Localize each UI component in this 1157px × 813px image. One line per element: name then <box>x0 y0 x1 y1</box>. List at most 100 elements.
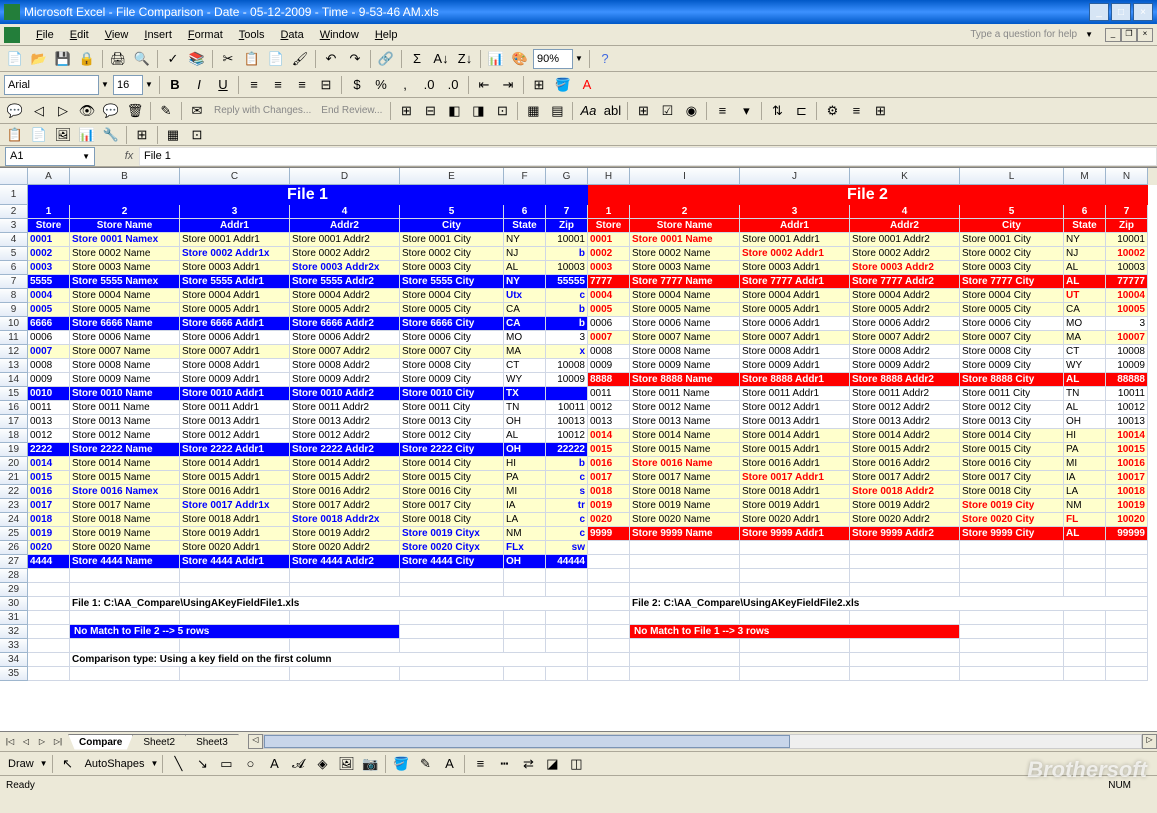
empty-cell[interactable] <box>1064 555 1106 569</box>
file2-r21-c2[interactable]: Store 9999 Addr1 <box>740 527 850 541</box>
file2-r19-c1[interactable]: Store 0019 Name <box>630 499 740 513</box>
file2-r16-c2[interactable]: Store 0016 Addr1 <box>740 457 850 471</box>
empty-cell[interactable] <box>28 639 70 653</box>
file1-r14-c2[interactable]: Store 0012 Addr1 <box>180 429 290 443</box>
file2-r8-c5[interactable]: CT <box>1064 345 1106 359</box>
file1-r22-c2[interactable]: Store 0020 Addr1 <box>180 541 290 555</box>
file1-r2-c5[interactable]: AL <box>504 261 546 275</box>
row-header-19[interactable]: 19 <box>0 443 28 457</box>
file1-r5-c0[interactable]: 0005 <box>28 303 70 317</box>
file2-r8-c3[interactable]: Store 0008 Addr2 <box>850 345 960 359</box>
empty-cell[interactable] <box>400 639 504 653</box>
file1-r7-c1[interactable]: Store 0006 Name <box>70 331 180 345</box>
empty-cell[interactable] <box>290 667 400 681</box>
file1-r16-c3[interactable]: Store 0014 Addr2 <box>290 457 400 471</box>
show-comment-button[interactable]: 👁 <box>76 100 98 122</box>
file1-r4-c5[interactable]: Utx <box>504 289 546 303</box>
file2-r17-c3[interactable]: Store 0017 Addr2 <box>850 471 960 485</box>
select-all-corner[interactable] <box>0 168 28 185</box>
file1-r19-c1[interactable]: Store 0017 Name <box>70 499 180 513</box>
file1-r5-c3[interactable]: Store 0005 Addr2 <box>290 303 400 317</box>
row-header-16[interactable]: 16 <box>0 401 28 415</box>
file2-r20-c5[interactable]: FL <box>1064 513 1106 527</box>
empty-cell[interactable] <box>400 667 504 681</box>
file1-r22-c3[interactable]: Store 0020 Addr2 <box>290 541 400 555</box>
shadow-button[interactable]: ◪ <box>541 753 563 775</box>
file1-r1-c1[interactable]: Store 0002 Name <box>70 247 180 261</box>
ext-btn-8[interactable]: ⊡ <box>186 124 208 146</box>
file1-r14-c6[interactable]: 10012 <box>546 429 588 443</box>
file1-r14-c4[interactable]: Store 0012 City <box>400 429 504 443</box>
empty-cell[interactable] <box>400 611 504 625</box>
increase-indent-button[interactable]: ⇥ <box>497 74 519 96</box>
file2-r12-c2[interactable]: Store 0012 Addr1 <box>740 401 850 415</box>
file2-r1-c0[interactable]: 0002 <box>588 247 630 261</box>
file2-r10-c1[interactable]: Store 8888 Name <box>630 373 740 387</box>
file2-r4-c1[interactable]: Store 0004 Name <box>630 289 740 303</box>
fx-icon[interactable]: fx <box>119 150 139 162</box>
file1-r11-c0[interactable]: 0010 <box>28 387 70 401</box>
file2-r7-c1[interactable]: Store 0007 Name <box>630 331 740 345</box>
file2-r2-c6[interactable]: 10003 <box>1106 261 1148 275</box>
select-objects-button[interactable]: ↖ <box>57 753 79 775</box>
file1-r22-c5[interactable]: FLx <box>504 541 546 555</box>
file1-r18-c5[interactable]: MI <box>504 485 546 499</box>
row-header-30[interactable]: 30 <box>0 597 28 611</box>
file2-r5-c3[interactable]: Store 0005 Addr2 <box>850 303 960 317</box>
file1-r11-c5[interactable]: TX <box>504 387 546 401</box>
file1-r16-c1[interactable]: Store 0014 Name <box>70 457 180 471</box>
file2-r9-c2[interactable]: Store 0009 Addr1 <box>740 359 850 373</box>
file1-r13-c3[interactable]: Store 0013 Addr2 <box>290 415 400 429</box>
file1-r7-c2[interactable]: Store 0006 Addr1 <box>180 331 290 345</box>
file1-r18-c1[interactable]: Store 0016 Namex <box>70 485 180 499</box>
file2-r4-c3[interactable]: Store 0004 Addr2 <box>850 289 960 303</box>
menu-tools[interactable]: Tools <box>231 27 273 43</box>
file2-r17-c6[interactable]: 10017 <box>1106 471 1148 485</box>
empty-cell[interactable] <box>70 639 180 653</box>
file2-r0-c1[interactable]: Store 0001 Name <box>630 233 740 247</box>
file2-r17-c1[interactable]: Store 0017 Name <box>630 471 740 485</box>
empty-cell[interactable] <box>546 611 588 625</box>
file1-r9-c1[interactable]: Store 0008 Name <box>70 359 180 373</box>
empty-cell[interactable] <box>546 639 588 653</box>
cell[interactable] <box>588 625 630 639</box>
bold-button[interactable]: B <box>164 74 186 96</box>
file2-r19-c3[interactable]: Store 0019 Addr2 <box>850 499 960 513</box>
file2-r2-c5[interactable]: AL <box>1064 261 1106 275</box>
file2-r14-c6[interactable]: 10014 <box>1106 429 1148 443</box>
empty-cell[interactable] <box>70 569 180 583</box>
permission-button[interactable]: 🔒 <box>76 48 98 70</box>
empty-cell[interactable] <box>850 611 960 625</box>
font-name-dropdown-icon[interactable]: ▼ <box>99 80 111 89</box>
font-size-dropdown-icon[interactable]: ▼ <box>143 80 155 89</box>
col-header-B[interactable]: B <box>70 168 180 185</box>
file1-r20-c0[interactable]: 0018 <box>28 513 70 527</box>
file2-r19-c5[interactable]: NM <box>1064 499 1106 513</box>
file1-r21-c0[interactable]: 0019 <box>28 527 70 541</box>
file1-header-3[interactable]: Addr2 <box>290 219 400 233</box>
row-header-27[interactable]: 27 <box>0 555 28 569</box>
empty-cell[interactable] <box>400 569 504 583</box>
file1-r4-c3[interactable]: Store 0004 Addr2 <box>290 289 400 303</box>
file1-r6-c0[interactable]: 6666 <box>28 317 70 331</box>
delete-comment-button[interactable]: 🗑 <box>124 100 146 122</box>
file1-colnum-4[interactable]: 4 <box>290 205 400 219</box>
file1-r19-c0[interactable]: 0017 <box>28 499 70 513</box>
file1-r13-c1[interactable]: Store 0013 Name <box>70 415 180 429</box>
file1-r3-c0[interactable]: 5555 <box>28 275 70 289</box>
file2-r16-c1[interactable]: Store 0016 Name <box>630 457 740 471</box>
row-header-10[interactable]: 10 <box>0 317 28 331</box>
empty-cell[interactable] <box>1106 639 1148 653</box>
file1-r23-c0[interactable]: 4444 <box>28 555 70 569</box>
file1-r3-c5[interactable]: NY <box>504 275 546 289</box>
file2-r15-c1[interactable]: Store 0015 Name <box>630 443 740 457</box>
col-header-L[interactable]: L <box>960 168 1064 185</box>
file1-r2-c3[interactable]: Store 0003 Addr2x <box>290 261 400 275</box>
minimize-button[interactable]: _ <box>1089 3 1109 21</box>
ext-btn-1[interactable]: 📋 <box>4 124 26 146</box>
empty-cell[interactable] <box>960 611 1064 625</box>
file2-r6-c5[interactable]: MO <box>1064 317 1106 331</box>
empty-cell[interactable] <box>180 667 290 681</box>
line-button[interactable]: ╲ <box>167 753 189 775</box>
file1-r23-c3[interactable]: Store 4444 Addr2 <box>290 555 400 569</box>
